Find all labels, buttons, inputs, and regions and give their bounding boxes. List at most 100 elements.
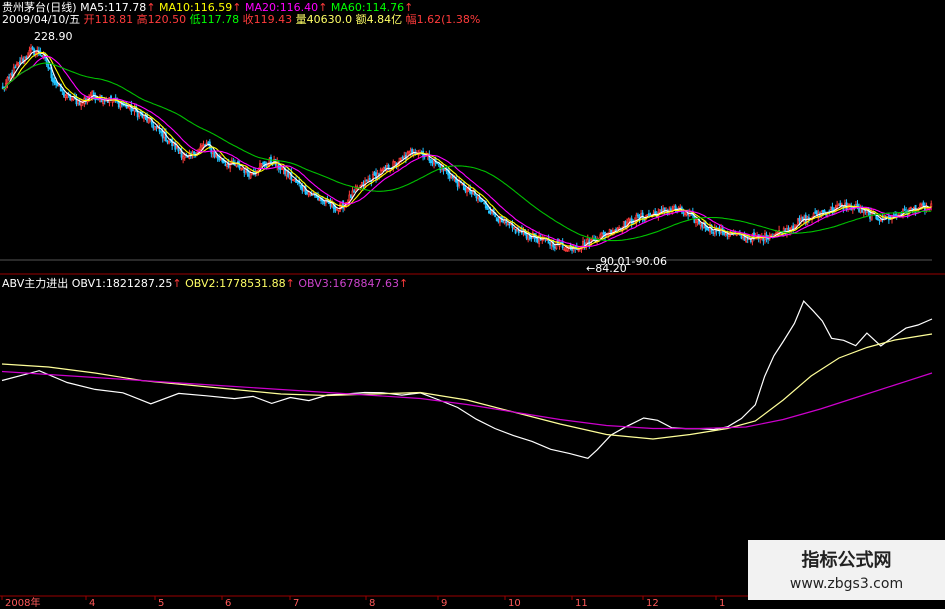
candle-body xyxy=(875,215,878,220)
candle-body xyxy=(505,221,508,224)
candle-body xyxy=(870,211,873,221)
candle-body xyxy=(663,207,666,213)
candle-body xyxy=(216,155,219,159)
candle-body xyxy=(400,157,403,161)
candle-body xyxy=(249,172,252,179)
obv1-label: OBV1:1821287.25 xyxy=(71,277,173,290)
candle-body xyxy=(241,168,244,171)
candle-body xyxy=(213,151,216,158)
candle-body xyxy=(682,212,685,214)
candle-body xyxy=(20,57,23,64)
candle-body xyxy=(920,204,923,206)
watermark-title: 指标公式网 xyxy=(801,550,892,571)
candle-body xyxy=(480,200,483,202)
candle-body xyxy=(726,234,729,236)
candle-body xyxy=(138,112,141,117)
candle-body xyxy=(315,196,318,198)
candle-body xyxy=(525,234,528,239)
x-tick-label: 1 xyxy=(719,598,725,609)
candle-body xyxy=(207,142,210,145)
candle-body xyxy=(240,167,243,170)
candle-body xyxy=(684,213,686,216)
candle-body xyxy=(536,238,539,243)
candle-body xyxy=(495,217,498,222)
candle-body xyxy=(6,77,9,85)
candle-body xyxy=(699,223,702,227)
candle-body xyxy=(431,161,434,163)
candle-body xyxy=(880,219,882,222)
candle-body xyxy=(280,167,283,170)
candle-body xyxy=(211,151,214,155)
candle-body xyxy=(600,232,603,237)
candle-body xyxy=(353,190,356,193)
candle-body xyxy=(175,146,178,148)
candle-body xyxy=(299,185,302,189)
candle-body xyxy=(502,220,505,223)
obv2-label: OBV2:1778531.88 xyxy=(185,277,286,290)
candle-body xyxy=(727,233,730,238)
candle-body xyxy=(549,242,552,246)
candle-body xyxy=(531,232,534,239)
candle-body xyxy=(293,179,296,182)
candle-body xyxy=(660,209,663,212)
candle-body xyxy=(823,210,826,213)
candle-body xyxy=(909,206,912,209)
candle-body xyxy=(381,169,384,172)
candle-body xyxy=(62,92,65,97)
candle-body xyxy=(673,206,675,211)
candle-body xyxy=(25,56,28,59)
candle-body xyxy=(307,192,310,195)
candle-body xyxy=(393,161,396,163)
candle-body xyxy=(506,223,509,226)
candle-body xyxy=(466,188,468,193)
candle-body xyxy=(646,214,649,217)
candle-body xyxy=(14,66,17,69)
candle-body xyxy=(641,212,644,219)
candle-body xyxy=(11,72,14,76)
indicator-label: ABV主力进出 xyxy=(2,277,69,290)
x-tick-label: 10 xyxy=(508,598,521,609)
open-label: 开118.81 xyxy=(83,13,134,26)
candle-body xyxy=(248,173,250,177)
candle-body xyxy=(31,46,34,50)
candle-body xyxy=(323,201,326,204)
candle-body xyxy=(201,145,203,150)
candle-body xyxy=(279,166,282,170)
candle-body xyxy=(709,224,712,233)
candle-body xyxy=(409,150,412,154)
candle-body xyxy=(301,185,304,191)
candle-body xyxy=(226,164,228,167)
candle-body xyxy=(368,177,371,180)
candle-body xyxy=(127,106,130,109)
price-pane xyxy=(1,43,933,254)
x-tick-label: 4 xyxy=(89,598,95,609)
candle-body xyxy=(202,144,205,147)
candle-body xyxy=(48,67,51,70)
candle-body xyxy=(309,193,312,196)
candle-body xyxy=(456,180,459,187)
candle-body xyxy=(360,182,363,186)
ma-line-ma10 xyxy=(2,51,932,250)
candle-body xyxy=(78,102,81,106)
ma-line-ma60 xyxy=(2,62,932,242)
candle-body xyxy=(30,47,32,51)
candle-body xyxy=(437,163,440,166)
candle-body xyxy=(723,232,726,235)
candle-body xyxy=(55,80,58,86)
candle-body xyxy=(52,77,54,83)
x-tick-label: 12 xyxy=(646,598,659,609)
candle-body xyxy=(205,142,208,145)
ma-line-ma20 xyxy=(2,55,932,248)
candle-body xyxy=(337,209,340,212)
obv3-label: OBV3:1678847.63 xyxy=(298,277,399,290)
candle-body xyxy=(922,202,925,206)
candle-body xyxy=(147,118,150,124)
candle-body xyxy=(64,95,67,98)
candle-body xyxy=(382,166,385,170)
candle-body xyxy=(158,128,161,132)
high-label: 高120.50 xyxy=(136,13,187,26)
candle-body xyxy=(509,223,512,226)
candle-body xyxy=(111,100,114,103)
candle-body xyxy=(602,232,605,235)
candle-body xyxy=(776,231,779,234)
